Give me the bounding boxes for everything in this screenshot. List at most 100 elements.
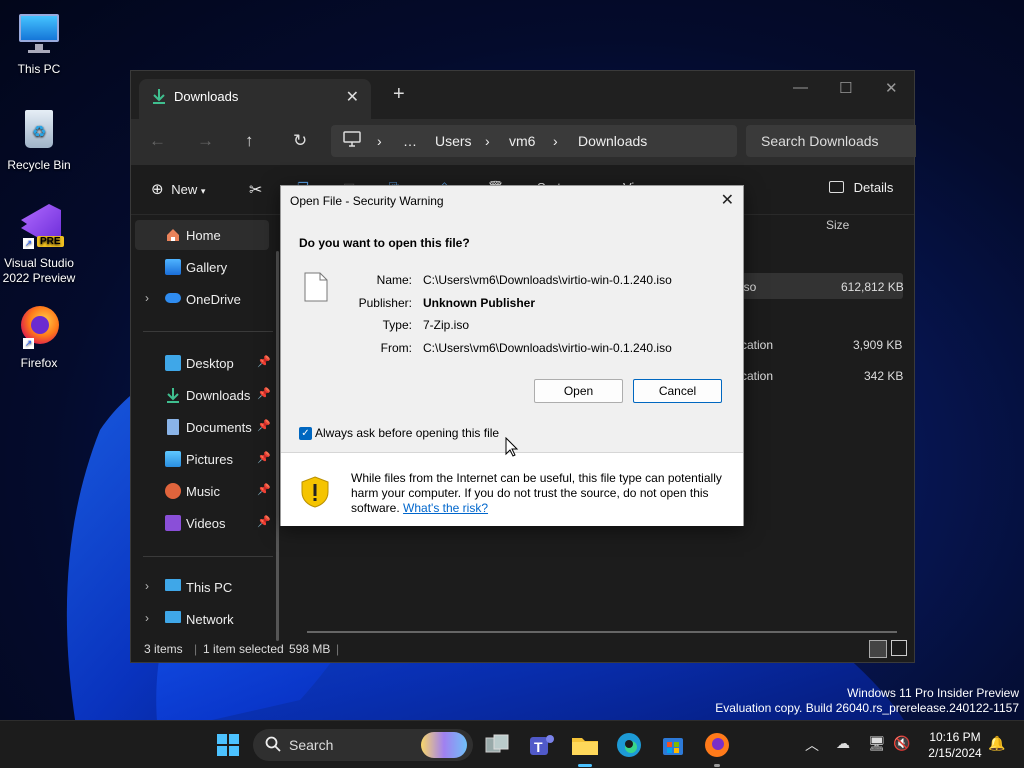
desktop-icon-label: Firefox xyxy=(20,356,58,370)
horizontal-scrollbar[interactable] xyxy=(307,631,897,633)
videos-icon xyxy=(165,515,181,531)
close-dialog-icon[interactable]: ✕ xyxy=(721,190,734,210)
sidebar-scrollbar[interactable] xyxy=(276,251,279,641)
tab-downloads[interactable]: Downloads ✕ xyxy=(139,79,371,119)
tiles-view-icon[interactable] xyxy=(891,640,907,656)
sidebar-item-network[interactable]: › Network xyxy=(135,604,269,634)
tab-title: Downloads xyxy=(174,89,239,104)
shield-warning-icon xyxy=(300,476,330,511)
gallery-icon xyxy=(165,259,181,275)
pictures-icon xyxy=(165,451,181,467)
edge-icon[interactable] xyxy=(613,729,645,761)
address-part-downloads[interactable]: Downloads xyxy=(578,133,647,149)
sidebar-item-documents[interactable]: Documents 📌 xyxy=(135,412,271,442)
desktop-icon-this-pc[interactable]: This PC xyxy=(0,10,78,76)
open-button[interactable]: Open xyxy=(534,379,623,403)
desktop-icon-firefox[interactable]: ↗ Firefox xyxy=(0,304,78,370)
cloud-offline-icon[interactable]: ☁ xyxy=(836,735,850,752)
sidebar-item-this-pc[interactable]: › This PC xyxy=(135,572,269,602)
maximize-icon[interactable]: ☐ xyxy=(839,79,852,97)
clock[interactable]: 10:16 PM 2/15/2024 xyxy=(920,729,990,761)
running-indicator xyxy=(714,764,720,767)
mouse-cursor-icon xyxy=(505,436,519,460)
file-explorer-taskbar-icon[interactable] xyxy=(569,729,601,767)
taskbar-search[interactable]: Search xyxy=(253,729,473,761)
pin-icon[interactable]: 📌 xyxy=(257,451,271,464)
dialog-title: Open File - Security Warning xyxy=(290,194,444,208)
pin-icon[interactable]: 📌 xyxy=(257,419,271,432)
sidebar-item-music[interactable]: Music 📌 xyxy=(135,476,271,506)
back-icon[interactable]: ← xyxy=(149,131,166,151)
status-bar: 3 items | 1 item selected 598 MB | xyxy=(131,638,914,662)
svg-text:T: T xyxy=(534,739,543,755)
new-button[interactable]: ⊕ New ▾ xyxy=(151,180,205,198)
type-value: 7-Zip.iso xyxy=(423,318,470,332)
sidebar-item-desktop[interactable]: Desktop 📌 xyxy=(135,348,271,378)
forward-icon[interactable]: → xyxy=(197,131,214,151)
address-part-vm6[interactable]: vm6 xyxy=(509,133,535,149)
chevron-right-icon: › xyxy=(145,611,149,625)
desktop-icon-label: This PC xyxy=(17,62,61,76)
sidebar-item-downloads[interactable]: Downloads 📌 xyxy=(135,380,271,410)
up-icon[interactable]: ↑ xyxy=(245,131,254,151)
close-tab-icon[interactable]: ✕ xyxy=(346,87,359,107)
task-view-icon[interactable] xyxy=(481,729,513,761)
chevron-up-icon[interactable]: ︿ xyxy=(805,735,819,755)
notification-bell-icon[interactable]: 🔔 xyxy=(988,735,1005,752)
close-window-icon[interactable]: ✕ xyxy=(885,79,898,97)
firefox-taskbar-icon[interactable] xyxy=(701,729,733,767)
sidebar-item-onedrive[interactable]: › OneDrive xyxy=(135,284,269,314)
status-selected: 1 item selected xyxy=(203,642,284,656)
pin-icon[interactable]: 📌 xyxy=(257,483,271,496)
search-box[interactable]: Search Downloads xyxy=(746,125,916,157)
address-bar[interactable]: › … Users › vm6 › Downloads xyxy=(331,125,737,157)
publisher-label: Publisher: xyxy=(358,296,412,310)
sidebar-item-home[interactable]: Home xyxy=(135,220,269,250)
plus-circle-icon: ⊕ xyxy=(151,181,164,198)
store-icon[interactable] xyxy=(657,729,689,761)
monitor-icon xyxy=(165,579,181,591)
desktop-icon-recycle-bin[interactable]: ♻ Recycle Bin xyxy=(0,106,78,172)
name-value: C:\Users\vm6\Downloads\virtio-win-0.1.24… xyxy=(423,273,672,287)
column-header-size[interactable]: Size xyxy=(826,218,849,232)
security-warning-dialog: Open File - Security Warning ✕ Do you wa… xyxy=(280,185,744,526)
warning-text: While files from the Internet can be use… xyxy=(351,471,722,515)
network-icon[interactable]: 🖥 xyxy=(868,735,886,752)
document-icon xyxy=(167,419,179,435)
desktop-icon-label: Visual Studio 2022 Preview xyxy=(2,256,76,285)
refresh-icon[interactable]: ↻ xyxy=(293,131,307,151)
details-button[interactable]: Details xyxy=(829,180,893,195)
status-item-count: 3 items xyxy=(144,642,183,656)
shortcut-arrow-icon: ↗ xyxy=(23,238,34,249)
chevron-right-icon: › xyxy=(377,133,382,149)
pin-icon[interactable]: 📌 xyxy=(257,355,271,368)
new-tab-icon[interactable]: + xyxy=(393,83,405,106)
cancel-button[interactable]: Cancel xyxy=(633,379,722,403)
sidebar-item-videos[interactable]: Videos 📌 xyxy=(135,508,271,538)
chevron-right-icon: › xyxy=(145,291,149,305)
monitor-icon xyxy=(15,10,63,58)
pin-icon[interactable]: 📌 xyxy=(257,387,271,400)
cut-icon[interactable]: ✂ xyxy=(249,180,262,200)
chevron-right-icon: › xyxy=(485,133,490,149)
start-icon[interactable] xyxy=(212,729,244,761)
teams-icon[interactable]: T xyxy=(525,729,557,761)
minimize-icon[interactable]: — xyxy=(793,79,808,96)
sidebar-item-gallery[interactable]: Gallery xyxy=(135,252,269,282)
address-part-users[interactable]: Users xyxy=(435,133,472,149)
checkbox-label: Always ask before opening this file xyxy=(315,426,500,440)
warning-panel: While files from the Internet can be use… xyxy=(281,453,743,526)
cloud-icon xyxy=(165,293,181,303)
visual-studio-icon: PRE ↗ xyxy=(15,204,64,252)
status-divider: | xyxy=(336,642,340,656)
volume-muted-icon[interactable]: 🔇 xyxy=(893,735,910,752)
sidebar-item-pictures[interactable]: Pictures 📌 xyxy=(135,444,271,474)
watermark-line-2: Evaluation copy. Build 26040.rs_prerelea… xyxy=(715,701,1019,715)
details-view-icon[interactable] xyxy=(869,640,887,658)
whats-the-risk-link[interactable]: What's the risk? xyxy=(403,501,488,515)
desktop-icon-visual-studio[interactable]: PRE ↗ Visual Studio 2022 Preview xyxy=(0,204,78,286)
pin-icon[interactable]: 📌 xyxy=(257,515,271,528)
search-icon xyxy=(265,736,281,755)
details-pane-icon xyxy=(829,181,844,193)
address-overflow[interactable]: … xyxy=(403,133,417,149)
